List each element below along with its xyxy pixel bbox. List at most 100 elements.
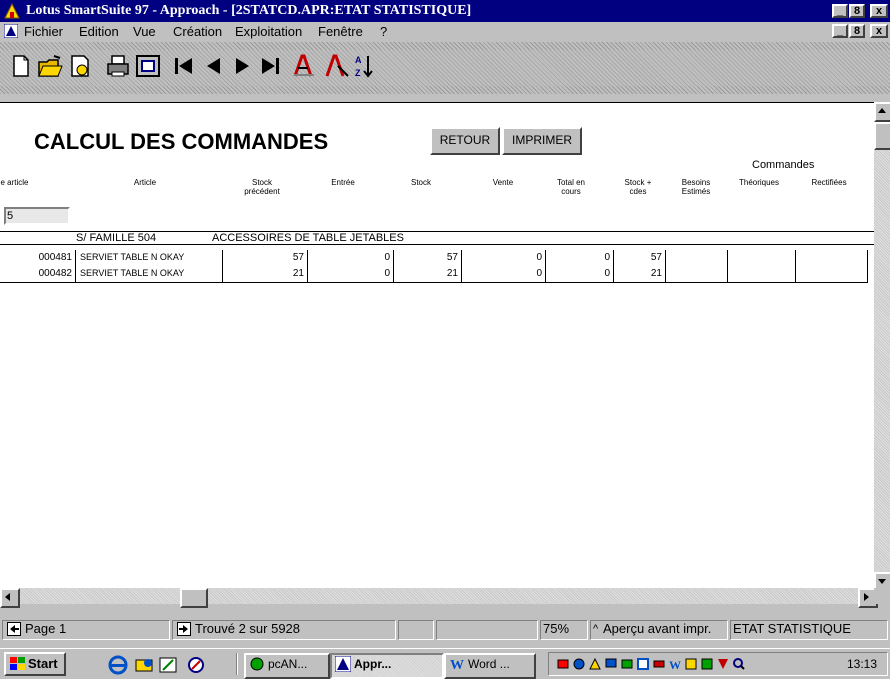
find-button[interactable]	[290, 52, 318, 80]
form-button[interactable]	[134, 52, 162, 80]
menu-exploitation[interactable]: Exploitation	[235, 24, 302, 39]
svg-text:A: A	[355, 55, 362, 65]
open-folder-button[interactable]	[36, 52, 64, 80]
tray-tool-icon[interactable]	[653, 658, 665, 670]
tray-word-icon[interactable]: W	[669, 658, 681, 670]
table-row: 000481 SERVIET TABLE N OKAY 57 0 57 0 0 …	[0, 250, 874, 266]
new-doc-button[interactable]	[6, 52, 34, 80]
previous-record-icon	[207, 58, 220, 74]
zoom-panel[interactable]: 75%	[540, 620, 588, 640]
outlook-express-icon[interactable]	[134, 655, 154, 675]
windows-logo-icon	[10, 657, 25, 670]
col-stock-header: Stock	[410, 178, 431, 187]
tray-antivirus-icon[interactable]	[717, 658, 729, 670]
menu-help[interactable]: ?	[380, 24, 387, 39]
desktop-icon[interactable]	[158, 655, 178, 675]
found-nav-icon	[177, 622, 191, 636]
tray-globe-icon[interactable]	[573, 658, 585, 670]
page-title: CALCUL DES COMMANDES	[34, 129, 329, 154]
tray-book-icon[interactable]	[621, 658, 633, 670]
menu-fichier[interactable]: Fichier	[24, 24, 63, 39]
divider	[0, 244, 874, 245]
row-total: 0	[546, 250, 614, 266]
scroll-left-button[interactable]	[0, 588, 20, 608]
start-label: Start	[28, 656, 58, 671]
col-besoins-header-2: Estimés	[681, 187, 711, 196]
pcanywhere-icon	[250, 657, 264, 671]
arrow-right-icon	[864, 593, 869, 601]
vertical-scrollbar[interactable]	[874, 102, 890, 592]
sort-icon: AZ	[355, 55, 373, 78]
report-area: CALCUL DES COMMANDES RETOUR IMPRIMER Com…	[0, 102, 874, 588]
found-panel[interactable]: Trouvé 2 sur 5928	[172, 620, 396, 640]
first-record-button[interactable]	[170, 52, 198, 80]
task-label: pcAN...	[268, 657, 308, 671]
scroll-thumb-horizontal[interactable]	[180, 588, 208, 608]
col-stock-cdes-header-2: cdes	[629, 187, 647, 196]
col-theoriques-header: Théoriques	[738, 178, 780, 187]
row-stock: 57	[394, 250, 462, 266]
task-approach[interactable]: Appr...	[330, 653, 444, 679]
view-panel[interactable]: ETAT STATISTIQUE	[730, 620, 888, 640]
task-word[interactable]: W Word ...	[444, 653, 536, 679]
title-bar: Lotus SmartSuite 97 - Approach - [2STATC…	[0, 0, 890, 22]
menu-vue[interactable]: Vue	[133, 24, 156, 39]
menu-edition[interactable]: Edition	[79, 24, 119, 39]
col-stock-prec-header-1: Stock	[251, 178, 272, 187]
sort-button[interactable]: AZ	[350, 52, 378, 80]
scroll-corner	[874, 588, 890, 604]
col-rectifiees-header: Rectifiées	[811, 178, 847, 187]
row-stock-cdes: 21	[614, 266, 666, 282]
scroll-thumb[interactable]	[874, 122, 890, 150]
tray-lotus-icon[interactable]	[589, 658, 601, 670]
tray-window-icon[interactable]	[637, 658, 649, 670]
tray-chart-icon[interactable]	[685, 658, 697, 670]
preview-button[interactable]	[66, 52, 94, 80]
family-label: S/ FAMILLE 504	[76, 232, 157, 244]
internet-explorer-icon[interactable]	[108, 655, 128, 675]
task-pcanywhere[interactable]: pcAN...	[244, 653, 330, 679]
close-button[interactable]: x	[870, 4, 888, 18]
doc-icon[interactable]	[3, 23, 19, 39]
find-all-button[interactable]	[322, 52, 350, 80]
svg-text:W: W	[450, 658, 464, 672]
last-record-button[interactable]	[256, 52, 284, 80]
start-button[interactable]: Start	[4, 652, 66, 676]
clock: 13:13	[847, 657, 878, 671]
horizontal-scrollbar[interactable]	[0, 588, 878, 608]
doc-minimize-button[interactable]: _	[832, 24, 848, 38]
menu-creation[interactable]: Création	[173, 24, 222, 39]
page-panel[interactable]: Page 1	[2, 620, 170, 640]
task-label: Word ...	[468, 657, 510, 671]
mode-label: Aperçu avant impr.	[603, 621, 712, 636]
zoom-level: 75%	[543, 621, 570, 636]
imprimer-button[interactable]: IMPRIMER	[502, 127, 582, 155]
maximize-button[interactable]: 8	[849, 4, 865, 18]
next-record-button[interactable]	[228, 52, 256, 80]
mode-panel[interactable]: ^ Aperçu avant impr.	[590, 620, 728, 640]
channels-icon[interactable]	[186, 655, 206, 675]
print-button[interactable]	[104, 52, 132, 80]
scroll-up-button[interactable]	[874, 102, 890, 122]
minimize-icon: _	[836, 5, 844, 17]
retour-button[interactable]: RETOUR	[430, 127, 500, 155]
col-article-header: Article	[133, 178, 157, 187]
view-name: ETAT STATISTIQUE	[733, 621, 851, 636]
filter-field[interactable]: 5	[4, 207, 70, 225]
tray-notes-icon[interactable]	[701, 658, 713, 670]
menu-fenetre[interactable]: Fenêtre	[318, 24, 363, 39]
app-icon[interactable]	[4, 2, 20, 19]
family-description: ACCESSOIRES DE TABLE JETABLES	[212, 232, 404, 244]
divider	[0, 282, 868, 283]
tray-network-icon[interactable]	[557, 658, 569, 670]
doc-close-button[interactable]: x	[870, 24, 888, 38]
row-entree: 0	[308, 266, 394, 282]
tray-search-icon[interactable]	[733, 658, 745, 670]
previous-record-button[interactable]	[200, 52, 228, 80]
col-besoins-header-1: Besoins	[681, 178, 711, 187]
minimize-button[interactable]: _	[832, 4, 848, 18]
tray-computer-icon[interactable]	[605, 658, 617, 670]
close-icon: x	[875, 5, 883, 17]
doc-restore-button[interactable]: 8	[849, 24, 865, 38]
row-rectifiees	[796, 250, 868, 266]
